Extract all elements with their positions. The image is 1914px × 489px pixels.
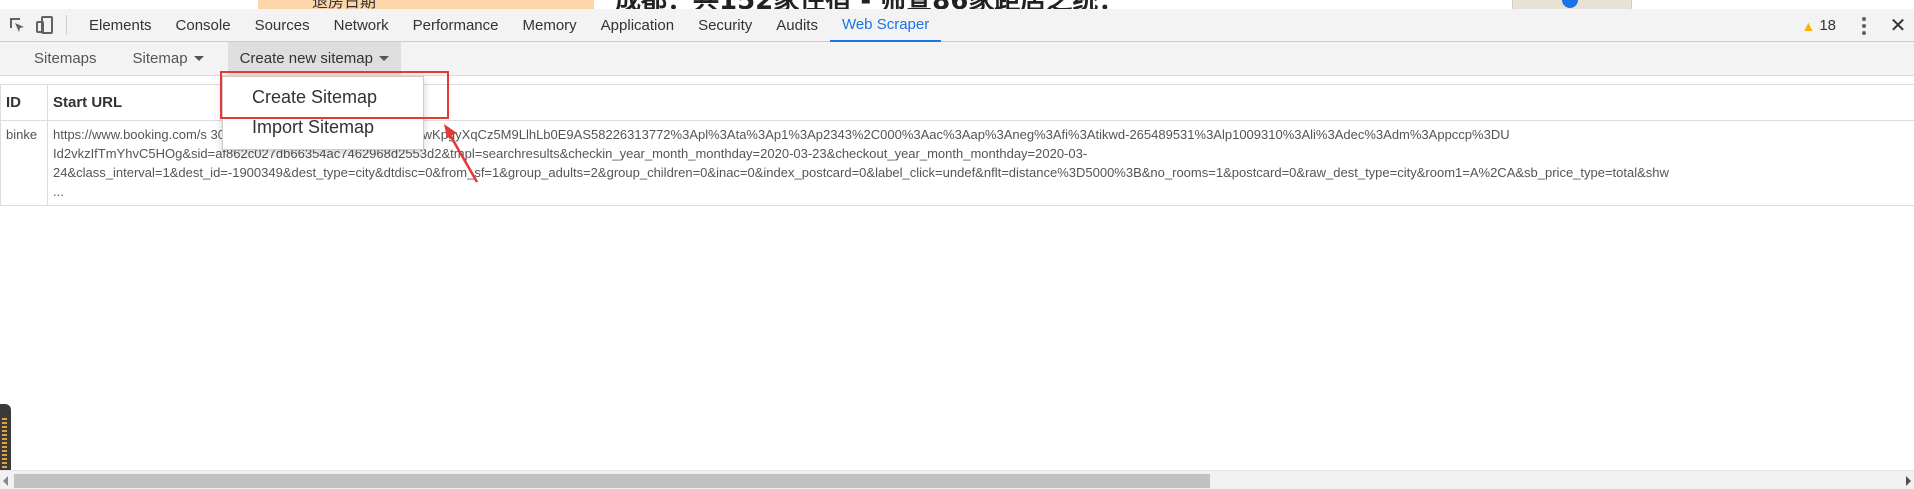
tab-application[interactable]: Application — [589, 9, 686, 42]
tabbar-divider — [66, 15, 67, 35]
chevron-down-icon — [378, 56, 389, 61]
scraper-nav: Sitemaps Sitemap Create new sitemap — [0, 41, 1914, 76]
tab-audits[interactable]: Audits — [764, 9, 830, 42]
tab-security[interactable]: Security — [686, 9, 764, 42]
kebab-menu-icon[interactable] — [1854, 16, 1874, 35]
horizontal-scrollbar[interactable] — [0, 470, 1914, 489]
tab-web-scraper[interactable]: Web Scraper — [829, 9, 942, 42]
url-ellipsis: ... — [53, 184, 64, 199]
warning-count: 18 — [1819, 17, 1836, 34]
menu-item-create-sitemap[interactable]: Create Sitemap — [223, 82, 423, 112]
nav-sitemap-label: Sitemap — [132, 50, 188, 67]
tab-sources[interactable]: Sources — [243, 9, 322, 42]
tab-memory[interactable]: Memory — [511, 9, 589, 42]
create-sitemap-dropdown: Create Sitemap Import Sitemap — [222, 76, 424, 150]
cell-id[interactable]: binke — [0, 120, 48, 206]
nav-sitemaps[interactable]: Sitemaps — [22, 42, 109, 76]
menu-item-import-sitemap[interactable]: Import Sitemap — [223, 112, 423, 142]
column-header-id[interactable]: ID — [0, 84, 48, 121]
tab-console[interactable]: Console — [164, 9, 243, 42]
tabbar-right-controls: ▲ 18 ✕ — [1801, 9, 1914, 42]
devtools-tabbar: Elements Console Sources Network Perform… — [0, 9, 1914, 42]
warnings-counter[interactable]: ▲ 18 — [1801, 17, 1836, 34]
scroll-right-icon[interactable] — [1906, 476, 1911, 486]
nav-sitemaps-label: Sitemaps — [34, 50, 97, 67]
tab-performance[interactable]: Performance — [401, 9, 511, 42]
nav-create-new-sitemap[interactable]: Create new sitemap — [227, 41, 401, 76]
grip-icon — [2, 418, 7, 476]
device-toolbar-icon[interactable] — [34, 14, 56, 36]
scroll-left-icon[interactable] — [3, 476, 8, 486]
warning-icon: ▲ — [1801, 17, 1816, 34]
url-line-3: 24&class_interval=1&dest_id=-1900349&des… — [53, 165, 1669, 180]
close-icon[interactable]: ✕ — [1888, 13, 1908, 38]
tab-elements[interactable]: Elements — [77, 9, 164, 42]
inspect-element-icon[interactable] — [6, 14, 28, 36]
nav-sitemap-dropdown[interactable]: Sitemap — [121, 42, 216, 76]
tab-network[interactable]: Network — [322, 9, 401, 42]
screen: 退房日期 成都：共152家住宿 - 筛查86家距店之统： Elements Co… — [0, 0, 1914, 489]
chevron-down-icon — [193, 56, 204, 61]
nav-create-new-label: Create new sitemap — [239, 50, 373, 67]
scrollbar-thumb[interactable] — [14, 474, 1210, 488]
